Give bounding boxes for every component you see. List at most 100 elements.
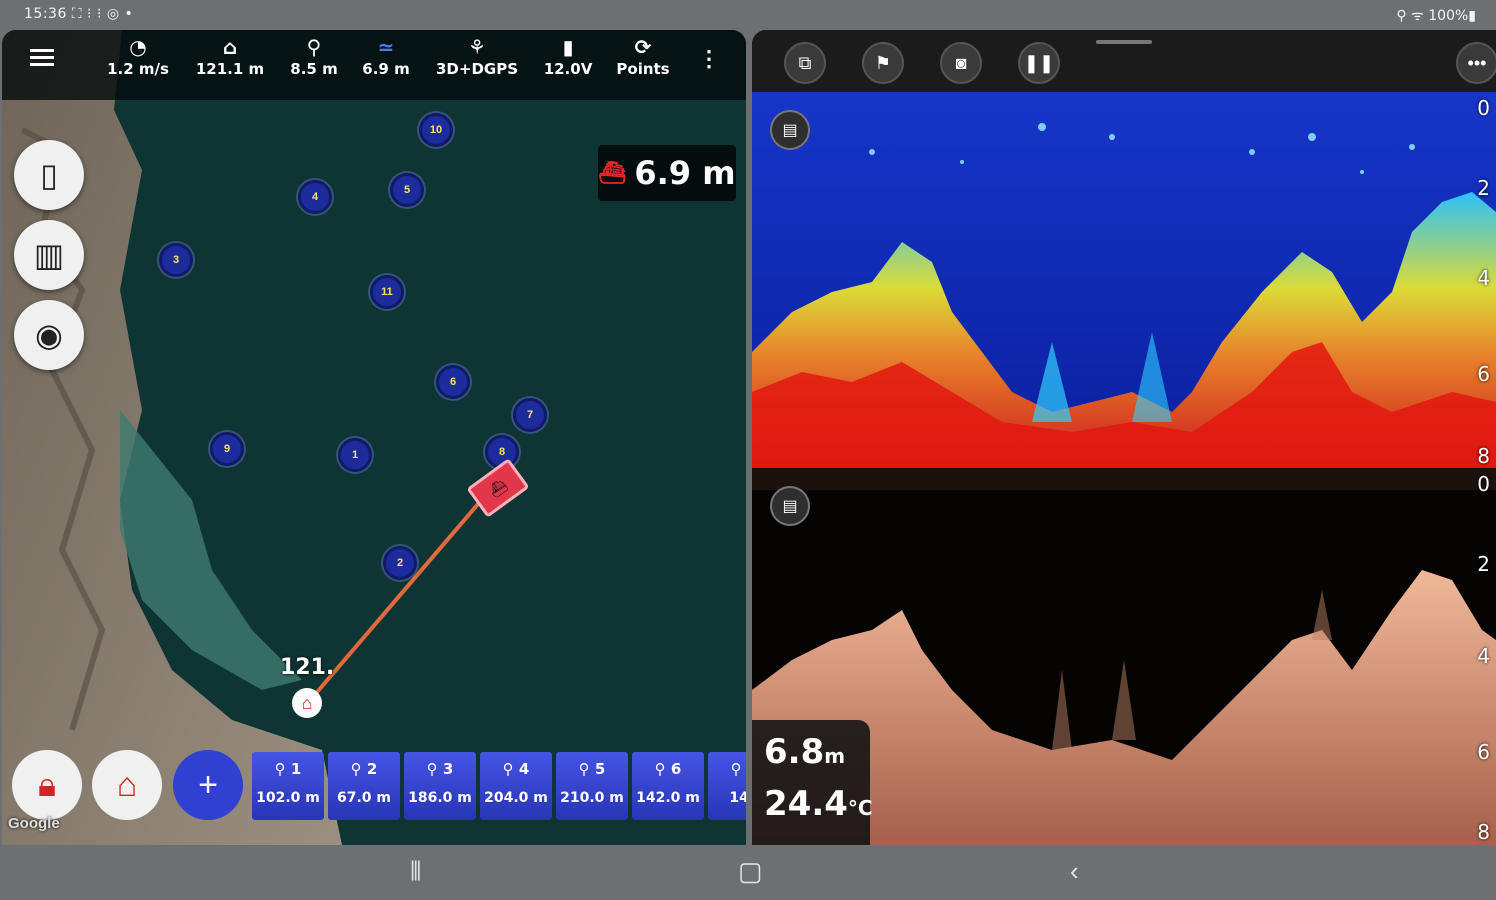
home-marker-icon[interactable]: ⌂ [292, 688, 322, 718]
split-view-button[interactable]: ⧉ [784, 42, 826, 84]
waypoint-chip[interactable]: ⚲ 7 147 [708, 752, 746, 820]
waypoint-chip-number: 2 [366, 760, 378, 778]
add-waypoint-button[interactable]: + [173, 750, 243, 820]
pause-icon: ❚❚ [1023, 52, 1055, 73]
pin-icon: ⚲ [578, 760, 595, 778]
more-options-button[interactable]: ••• [1456, 42, 1496, 84]
waypoint-chip[interactable]: ⚲ 3 186.0 m [404, 752, 476, 820]
flag-icon: ⚑ [874, 52, 892, 73]
battery-stat: ▮ 12.0V [538, 34, 598, 78]
map-waypoint[interactable]: 11 [370, 275, 404, 309]
refresh-icon: ⟳ [634, 35, 652, 59]
depth-temperature-readout: 6.8m 24.4°C [752, 720, 873, 845]
chirp-depth-tick: 8 [1477, 444, 1490, 468]
waypoint-chip-number: 1 [290, 760, 302, 778]
home-icon: ⌂ [116, 765, 138, 804]
system-navigation-bar: ⦀ ▢ ‹ [0, 845, 1496, 900]
battery-value: 12.0V [543, 60, 593, 78]
map-waypoint[interactable]: 1 [338, 438, 372, 472]
hamburger-menu-icon[interactable] [30, 46, 54, 68]
waypoint-chip-number: 5 [594, 760, 606, 778]
points-button[interactable]: ⟳ Points [610, 34, 676, 78]
speed-value: 1.2 m/s [107, 60, 169, 78]
map-waypoint[interactable]: 9 [210, 432, 244, 466]
map-waypoint[interactable]: 7 [513, 398, 547, 432]
home-distance-label: 121. [280, 655, 335, 680]
waypoint-chip[interactable]: ⚲ 2 67.0 m [328, 752, 400, 820]
waypoint-distance-stat: ⚲ 8.5 m [286, 34, 342, 78]
recent-apps-icon[interactable]: ⦀ [410, 858, 421, 884]
drag-handle[interactable] [1096, 40, 1152, 44]
chirp-depth-tick: 2 [1477, 176, 1490, 200]
waypoint-chip-distance: 186.0 m [408, 790, 472, 806]
map-panel[interactable]: ◔ 1.2 m/s ⌂ 121.1 m ⚲ 8.5 m ≃ 6.9 m ⚘ 3D… [2, 30, 746, 845]
home-nav-icon[interactable]: ▢ [738, 858, 763, 884]
speed-stat: ◔ 1.2 m/s [102, 34, 174, 78]
view-toggle-button[interactable]: ◉ [14, 300, 84, 370]
gps-stat: ⚘ 3D+DGPS [432, 34, 522, 78]
satellite-icon: ⚘ [468, 35, 486, 59]
map-waypoint[interactable]: 4 [298, 180, 332, 214]
waypoint-chip[interactable]: ⚲ 4 204.0 m [480, 752, 552, 820]
waypoint-chip-distance: 67.0 m [336, 790, 391, 806]
split-view-icon: ⧉ [798, 52, 812, 73]
water-temperature-unit: °C [847, 796, 873, 820]
boat-icon: ⛴ [485, 475, 510, 500]
remote-control-button[interactable]: ▯ [14, 140, 84, 210]
downscan-depth-tick: 8 [1477, 820, 1490, 844]
waypoint-chip[interactable]: ⚲ 6 142.0 m [632, 752, 704, 820]
system-status-bar: 15:36 ⛶ ⁝ ⁝ ◎ • ⚲ ᯤ 100%▮ [0, 0, 1496, 30]
map-waypoint[interactable]: 10 [419, 113, 453, 147]
lock-icon: 🔒︎ [37, 765, 57, 804]
remote-icon: ▯ [40, 157, 58, 193]
map-layers-button[interactable]: ▥ [14, 220, 84, 290]
camera-icon: ◙ [955, 52, 967, 73]
sonar-settings-icon[interactable]: ▤ [770, 110, 810, 150]
depth-stat: ≃ 6.9 m [346, 34, 426, 78]
status-indicators: ⚲ ᯤ 100%▮ [1396, 8, 1476, 24]
chirp-depth-tick: 6 [1477, 362, 1490, 386]
map-waypoint[interactable]: 6 [436, 365, 470, 399]
waypoint-chip-distance: 102.0 m [256, 790, 320, 806]
water-temperature: 24.4°C [764, 784, 873, 824]
back-icon[interactable]: ‹ [1070, 858, 1079, 884]
pin-icon: ⚲ [502, 760, 519, 778]
return-home-button[interactable]: ⌂ [92, 750, 162, 820]
sonar-depth-unit: m [824, 744, 846, 768]
pin-icon: ⚲ [274, 760, 291, 778]
downscan-depth-tick: 0 [1477, 472, 1490, 496]
pin-icon: ⚲ [426, 760, 443, 778]
pause-button[interactable]: ❚❚ [1018, 42, 1060, 84]
pin-icon: ⚲ [730, 760, 746, 778]
map-waypoint[interactable]: 3 [159, 243, 193, 277]
speedometer-icon: ◔ [129, 35, 147, 59]
water-temperature-value: 24.4 [764, 784, 848, 824]
chirp-depth-tick: 0 [1477, 96, 1490, 120]
sonar-settings-icon[interactable]: ▤ [770, 486, 810, 526]
chirp-sonar-view[interactable]: ▤ 0 2 4 6 8 [752, 92, 1496, 468]
boat-icon: ⛴ [598, 160, 627, 186]
downscan-depth-tick: 6 [1477, 740, 1490, 764]
waypoint-chip-distance: 147 [729, 790, 746, 806]
sonar-panel[interactable]: ⧉ ⚑ ◙ ❚❚ ••• ▤ 0 2 4 6 8 ▤ 0 2 4 6 8 6.8… [752, 30, 1496, 845]
plus-icon: + [198, 765, 218, 804]
home-distance-stat: ⌂ 121.1 m [192, 34, 268, 78]
waypoint-chip[interactable]: ⚲ 5 210.0 m [556, 752, 628, 820]
waypoint-distance-value: 8.5 m [290, 60, 338, 78]
map-icon: ▥ [33, 237, 65, 273]
lock-button[interactable]: 🔒︎ [12, 750, 82, 820]
map-waypoint[interactable]: 2 [383, 546, 417, 580]
waypoint-chip-distance: 142.0 m [636, 790, 700, 806]
map-waypoint[interactable]: 5 [390, 173, 424, 207]
more-vertical-icon[interactable]: ⋮ [698, 46, 720, 72]
pin-icon: ⚲ [654, 760, 671, 778]
google-attribution: Google [8, 815, 60, 832]
waypoint-flag-button[interactable]: ⚑ [862, 42, 904, 84]
eye-icon: ◉ [35, 317, 63, 353]
waypoint-list[interactable]: ⚲ 1 102.0 m ⚲ 2 67.0 m ⚲ 3 186.0 m ⚲ 4 2… [252, 752, 746, 820]
screenshot-button[interactable]: ◙ [940, 42, 982, 84]
waypoint-chip[interactable]: ⚲ 1 102.0 m [252, 752, 324, 820]
boat-depth-icon: ≃ [377, 35, 395, 59]
waypoint-chip-distance: 204.0 m [484, 790, 548, 806]
location-pin-icon: ⚲ [306, 35, 322, 59]
